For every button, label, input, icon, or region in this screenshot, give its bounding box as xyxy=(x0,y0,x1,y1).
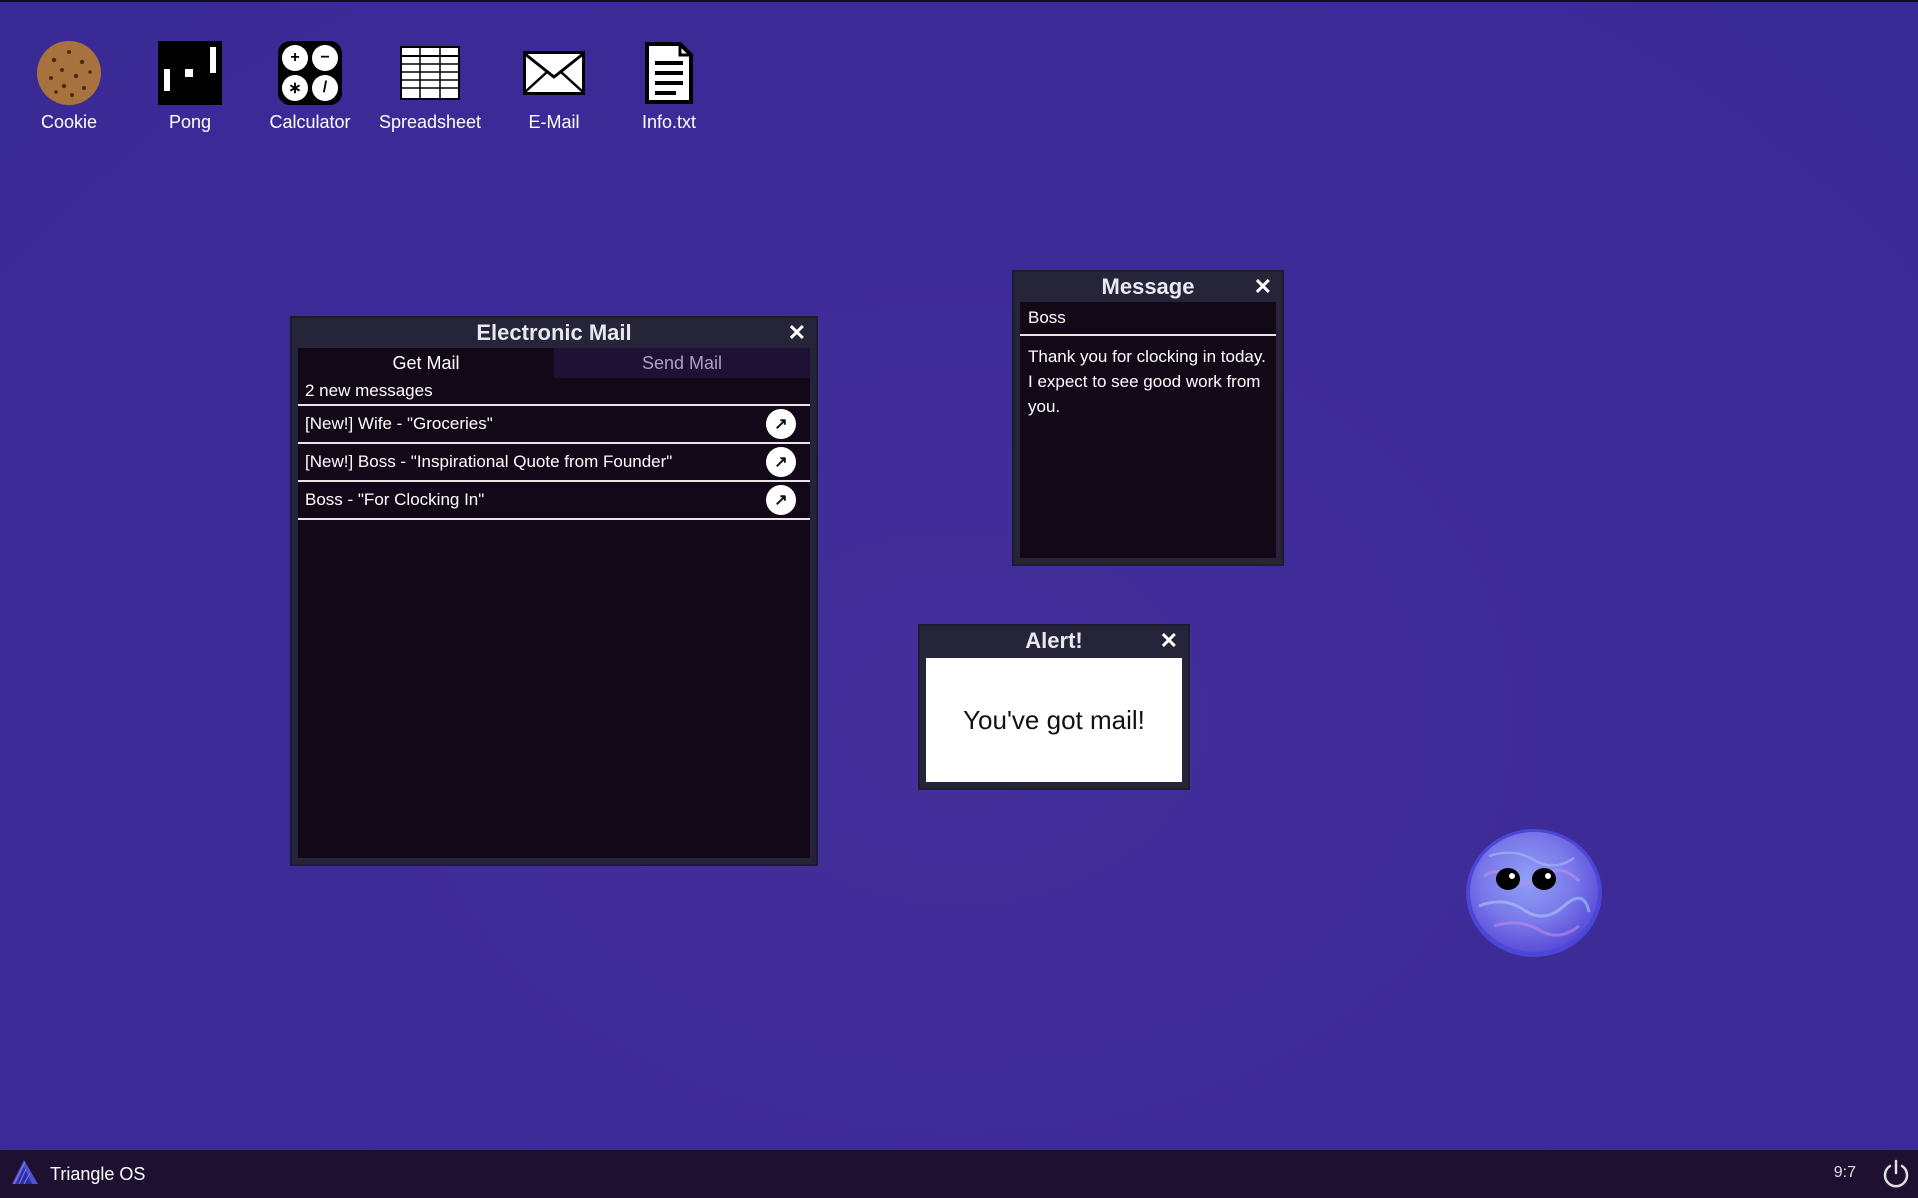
email-window-titlebar[interactable]: Electronic Mail ✕ xyxy=(292,318,816,348)
alert-window-titlebar[interactable]: Alert! ✕ xyxy=(920,626,1188,656)
open-message-icon[interactable]: ↗ xyxy=(766,447,796,477)
email-window-title: Electronic Mail xyxy=(476,320,632,345)
desktop-icon-label: Spreadsheet xyxy=(378,112,482,132)
taskbar-clock: 9:7 xyxy=(1833,1164,1856,1181)
open-message-icon[interactable]: ↗ xyxy=(766,409,796,439)
close-icon[interactable]: ✕ xyxy=(1160,626,1178,656)
os-name: Triangle OS xyxy=(50,1163,146,1184)
triangle-logo-icon xyxy=(10,1159,40,1190)
message-window-title: Message xyxy=(1101,274,1195,299)
close-icon[interactable]: ✕ xyxy=(788,318,806,348)
plus-key: + xyxy=(282,45,308,71)
desktop-icon-info-txt[interactable]: Info.txt xyxy=(614,38,724,133)
spreadsheet-icon xyxy=(375,38,485,108)
desktop-icon-pong[interactable]: Pong xyxy=(135,38,245,133)
alert-message: You've got mail! xyxy=(963,704,1145,735)
desktop-icon-email[interactable]: E-Mail xyxy=(499,38,609,133)
document-icon xyxy=(614,38,724,108)
envelope-icon xyxy=(499,38,609,108)
pong-icon xyxy=(135,38,245,108)
desktop-icon-label: Calculator xyxy=(269,112,351,132)
alert-window[interactable]: Alert! ✕ You've got mail! xyxy=(918,624,1190,790)
minus-key: − xyxy=(312,45,338,71)
new-messages-count: 2 new messages xyxy=(298,378,810,406)
tab-send-mail[interactable]: Send Mail xyxy=(554,348,810,378)
message-window[interactable]: Message ✕ Boss Thank you for clocking in… xyxy=(1012,270,1284,566)
desktop-icon-spreadsheet[interactable]: Spreadsheet xyxy=(375,38,485,133)
taskbar: Triangle OS 9:7 xyxy=(0,1150,1918,1198)
close-icon[interactable]: ✕ xyxy=(1254,272,1272,302)
message-window-body: Boss Thank you for clocking in today. I … xyxy=(1020,302,1276,558)
email-tabs: Get Mail Send Mail xyxy=(298,348,810,378)
message-window-titlebar[interactable]: Message ✕ xyxy=(1014,272,1282,302)
mail-list-item[interactable]: Boss - "For Clocking In" ↗ xyxy=(298,482,810,520)
email-window[interactable]: Electronic Mail ✕ Get Mail Send Mail 2 n… xyxy=(290,316,818,866)
desktop-icon-label: Pong xyxy=(168,112,212,132)
tab-get-mail[interactable]: Get Mail xyxy=(298,348,554,378)
alert-window-body: You've got mail! xyxy=(926,658,1182,782)
mail-subject: Boss - "For Clocking In" xyxy=(305,490,485,509)
email-window-body: Get Mail Send Mail 2 new messages [New!]… xyxy=(298,348,810,858)
desktop-icon-label: Cookie xyxy=(40,112,98,132)
mail-list-item[interactable]: [New!] Boss - "Inspirational Quote from … xyxy=(298,444,810,482)
desktop-icon-calculator[interactable]: + − ∗ / Calculator xyxy=(255,38,365,133)
mail-subject: [New!] Wife - "Groceries" xyxy=(305,414,493,433)
mail-list-item[interactable]: [New!] Wife - "Groceries" ↗ xyxy=(298,406,810,444)
open-message-icon[interactable]: ↗ xyxy=(766,485,796,515)
cookie-icon xyxy=(14,38,124,108)
message-sender: Boss xyxy=(1020,302,1276,336)
start-button[interactable]: Triangle OS xyxy=(10,1159,145,1190)
divide-key: / xyxy=(312,75,338,101)
calculator-icon: + − ∗ / xyxy=(255,38,365,108)
desktop-icon-label: E-Mail xyxy=(528,112,580,132)
alert-window-title: Alert! xyxy=(1025,628,1083,653)
top-border xyxy=(0,0,1918,2)
multiply-key: ∗ xyxy=(282,75,308,101)
blob-mascot[interactable] xyxy=(1464,826,1604,960)
message-text: Thank you for clocking in today. I expec… xyxy=(1028,347,1266,416)
desktop-icon-cookie[interactable]: Cookie xyxy=(14,38,124,133)
mail-subject: [New!] Boss - "Inspirational Quote from … xyxy=(305,452,673,471)
power-icon[interactable] xyxy=(1880,1158,1912,1195)
desktop-icon-label: Info.txt xyxy=(641,112,697,132)
